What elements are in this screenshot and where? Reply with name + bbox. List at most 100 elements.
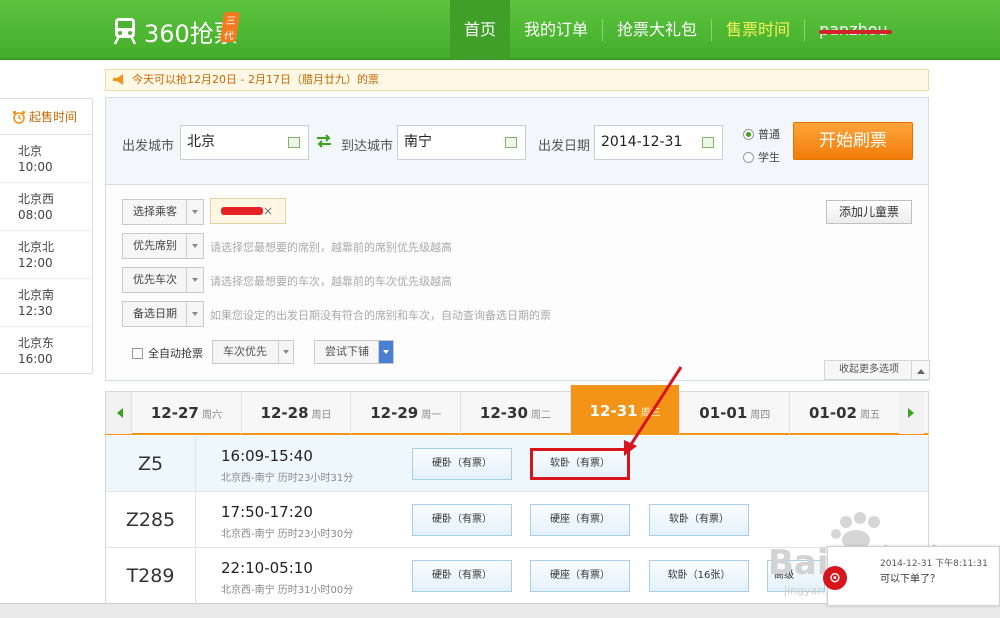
notification-popup[interactable]: ⊙ 2014-12-31 下午8:11:31 可以下单了？ bbox=[823, 546, 1000, 606]
app-logo[interactable]: 360抢票 三代 bbox=[112, 12, 241, 48]
seat-button-hard-seat[interactable]: 硬座（有票） bbox=[530, 504, 630, 536]
seat-button-hard-sleeper[interactable]: 硬卧（有票） bbox=[412, 560, 512, 592]
seat-button-hard-seat[interactable]: 硬座（有票） bbox=[530, 560, 630, 592]
priority-train-dropdown[interactable]: 优先车次 bbox=[122, 267, 204, 293]
station-name: 北京 bbox=[18, 144, 43, 158]
auto-grab-label: 全自动抢票 bbox=[148, 347, 203, 360]
prev-dates-arrow-icon[interactable] bbox=[106, 392, 131, 434]
nav-gift-pack[interactable]: 抢票大礼包 bbox=[603, 0, 711, 60]
radio-dot[interactable] bbox=[743, 151, 754, 163]
sale-time-item: 北京北 12:00 bbox=[0, 231, 92, 279]
select-label: 备选日期 bbox=[133, 307, 177, 320]
auto-mode-dropdown[interactable]: 车次优先 bbox=[212, 340, 294, 364]
date-input[interactable]: 2014-12-31 bbox=[594, 125, 723, 160]
date-tab-bar: 12-27 周六 12-28 周日 12-29 周一 12-30 周二 12-31 周三 … bbox=[105, 385, 929, 435]
date-tab-date: 12-28 bbox=[260, 404, 309, 422]
main-nav: 首页 我的订单 抢票大礼包 售票时间 panzhou bbox=[450, 0, 902, 60]
radio-normal[interactable]: 普通 bbox=[743, 126, 780, 142]
from-city-input[interactable]: 北京 bbox=[180, 125, 309, 160]
chevron-down-icon bbox=[186, 302, 203, 326]
station-time: 10:00 bbox=[18, 160, 53, 174]
redaction-strike bbox=[819, 30, 892, 34]
nav-username[interactable]: panzhou bbox=[805, 0, 902, 60]
checkbox[interactable] bbox=[132, 347, 143, 359]
priority-train-hint: 请选择您最想要的车次，越靠前的车次优先级越高 bbox=[210, 275, 452, 288]
date-tab[interactable]: 12-27 周六 bbox=[131, 392, 241, 434]
seat-button-soft-sleeper[interactable]: 软卧（有票） bbox=[530, 448, 630, 480]
seat-button-hard-sleeper[interactable]: 硬卧（有票） bbox=[412, 504, 512, 536]
station-name: 北京南 bbox=[18, 288, 55, 302]
date-tab-date: 12-29 bbox=[370, 404, 419, 422]
seat-button-soft-sleeper[interactable]: 软卧（有票） bbox=[649, 504, 749, 536]
collapse-options-button[interactable]: 收起更多选项 bbox=[824, 360, 930, 380]
chevron-down-icon bbox=[278, 341, 293, 363]
sale-time-title: 起售时间 bbox=[29, 109, 78, 124]
train-number: T289 bbox=[106, 548, 196, 604]
backup-date-dropdown[interactable]: 备选日期 bbox=[122, 301, 204, 327]
date-tab[interactable]: 12-30 周二 bbox=[460, 392, 570, 434]
date-tab-weekday: 周四 bbox=[750, 410, 771, 421]
nav-home[interactable]: 首页 bbox=[450, 0, 511, 60]
train-route: 北京西-南宁 历时31小时00分 bbox=[221, 585, 354, 596]
priority-seat-dropdown[interactable]: 优先席别 bbox=[122, 233, 204, 259]
date-tab[interactable]: 01-01 周四 bbox=[679, 392, 789, 434]
date-tab[interactable]: 12-28 周日 bbox=[240, 392, 351, 434]
date-tab[interactable]: 01-02 周五 bbox=[789, 392, 899, 434]
date-tab-date: 01-02 bbox=[808, 404, 857, 422]
sale-time-header: 起售时间 bbox=[0, 99, 92, 135]
sale-time-item: 北京南 12:30 bbox=[0, 279, 92, 327]
seat-button-hard-sleeper[interactable]: 硬卧（有票） bbox=[412, 448, 512, 480]
date-tab-weekday: 周三 bbox=[640, 408, 661, 419]
train-row: Z5 16:09-15:40 北京西-南宁 历时23小时31分 硬卧（有票） 软… bbox=[106, 436, 928, 492]
search-panel: 出发城市 北京 到达城市 南宁 出发日期 2014-12-31 普通 学生 开始… bbox=[105, 97, 929, 185]
chevron-down-icon bbox=[186, 234, 203, 258]
station-name: 北京北 bbox=[18, 240, 55, 254]
date-tab-active[interactable]: 12-31 周三 bbox=[569, 385, 680, 434]
start-refresh-button[interactable]: 开始刷票 bbox=[793, 122, 913, 160]
station-name: 北京东 bbox=[18, 336, 55, 350]
date-tab[interactable]: 12-29 周一 bbox=[350, 392, 460, 434]
train-time: 17:50-17:20 bbox=[221, 503, 313, 521]
nav-sale-time[interactable]: 售票时间 bbox=[712, 0, 804, 60]
radio-label: 学生 bbox=[758, 151, 780, 164]
auto-grab-checkbox[interactable]: 全自动抢票 bbox=[132, 345, 203, 361]
nav-my-orders[interactable]: 我的订单 bbox=[510, 0, 602, 60]
radio-dot[interactable] bbox=[743, 128, 754, 140]
add-child-ticket-button[interactable]: 添加儿童票 bbox=[826, 200, 912, 224]
popup-timestamp: 2014-12-31 下午8:11:31 bbox=[880, 559, 988, 569]
date-label: 出发日期 bbox=[538, 139, 591, 154]
app-avatar-icon: ⊙ bbox=[823, 566, 847, 590]
select-passenger-dropdown[interactable]: 选择乘客 bbox=[122, 199, 204, 225]
top-header: 360抢票 三代 首页 我的订单 抢票大礼包 售票时间 panzhou bbox=[0, 0, 1000, 60]
options-panel: 选择乘客 × 添加儿童票 优先席别 请选择您最想要的席别，越靠前的席别优先级越高… bbox=[105, 185, 930, 381]
sale-time-item: 北京西 08:00 bbox=[0, 183, 92, 231]
next-dates-arrow-icon[interactable] bbox=[898, 392, 924, 434]
to-label: 到达城市 bbox=[341, 139, 394, 154]
date-tab-date: 01-01 bbox=[699, 404, 748, 422]
notice-text: 今天可以抢12月20日 - 2月17日（腊月廿九）的票 bbox=[132, 73, 379, 86]
from-city-value: 北京 bbox=[187, 134, 215, 150]
swap-cities-icon[interactable] bbox=[316, 134, 332, 148]
calendar-icon[interactable] bbox=[702, 137, 714, 148]
city-picker-icon[interactable] bbox=[288, 137, 300, 148]
station-time: 08:00 bbox=[18, 208, 53, 222]
passenger-chip[interactable]: × bbox=[210, 198, 286, 224]
priority-seat-hint: 请选择您最想要的席别，越靠前的席别优先级越高 bbox=[210, 241, 452, 254]
date-tab-date: 12-27 bbox=[150, 404, 199, 422]
select-value: 尝试下铺 bbox=[325, 345, 369, 358]
station-time: 12:00 bbox=[18, 256, 53, 270]
date-value: 2014-12-31 bbox=[601, 134, 683, 150]
sale-time-item: 北京 10:00 bbox=[0, 135, 92, 183]
station-name: 北京西 bbox=[18, 192, 55, 206]
try-option-dropdown[interactable]: 尝试下铺 bbox=[314, 340, 394, 364]
seat-button-soft-sleeper[interactable]: 软卧（16张） bbox=[649, 560, 749, 592]
city-picker-icon[interactable] bbox=[505, 137, 517, 148]
train-number: Z285 bbox=[106, 492, 196, 548]
radio-student[interactable]: 学生 bbox=[743, 149, 780, 165]
redacted-passenger-name bbox=[221, 207, 263, 215]
train-time: 22:10-05:10 bbox=[221, 559, 313, 577]
remove-passenger-icon[interactable]: × bbox=[263, 199, 273, 223]
select-label: 优先席别 bbox=[133, 239, 177, 252]
to-city-input[interactable]: 南宁 bbox=[397, 125, 526, 160]
alarm-clock-icon bbox=[12, 110, 26, 124]
